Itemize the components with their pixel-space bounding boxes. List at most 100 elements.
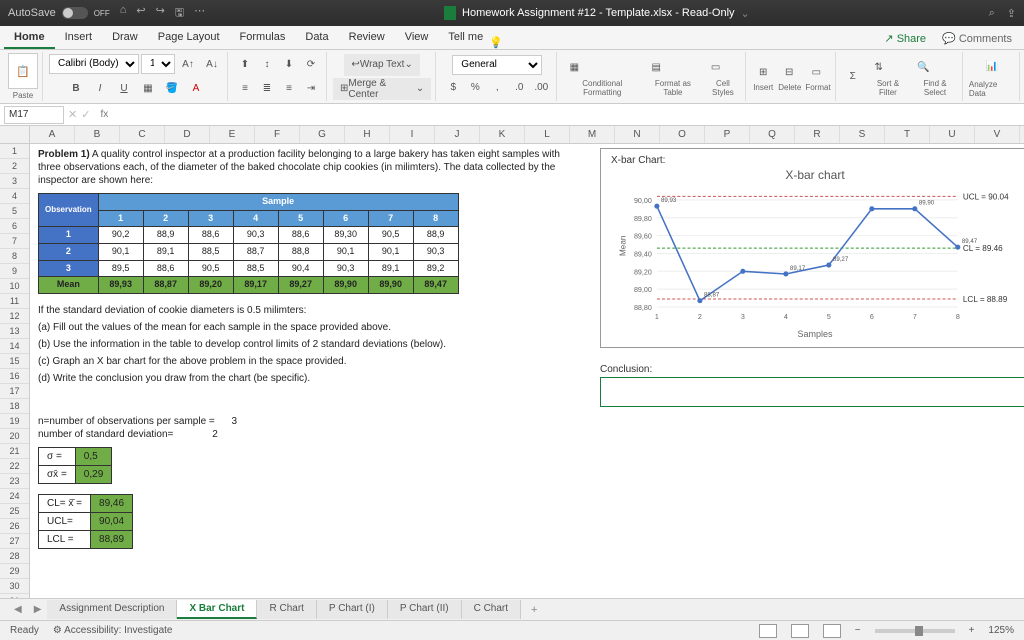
- undo-icon[interactable]: ↩: [136, 4, 145, 23]
- col-header[interactable]: U: [930, 126, 975, 143]
- tab-tell-me[interactable]: Tell me: [438, 27, 493, 49]
- zoom-in-icon[interactable]: +: [969, 625, 975, 636]
- shrink-font-icon[interactable]: A↓: [201, 54, 223, 76]
- tab-insert[interactable]: Insert: [55, 27, 103, 49]
- prev-sheet-icon[interactable]: ◀: [8, 604, 28, 615]
- fx-icon[interactable]: fx: [100, 109, 108, 120]
- sort-icon[interactable]: ⇅: [868, 57, 890, 79]
- home-icon[interactable]: ⌂: [120, 4, 127, 23]
- row-header[interactable]: 17: [0, 384, 29, 399]
- size-select[interactable]: 11: [141, 54, 175, 74]
- conclusion-input[interactable]: [600, 377, 1024, 407]
- sheet-tab[interactable]: C Chart: [462, 600, 521, 619]
- row-header[interactable]: 28: [0, 549, 29, 564]
- wrap-text-button[interactable]: ↩ Wrap Text ⌄: [344, 54, 419, 76]
- tab-formulas[interactable]: Formulas: [230, 27, 296, 49]
- share-icon[interactable]: ⇪: [1007, 7, 1016, 20]
- row-header[interactable]: 24: [0, 489, 29, 504]
- more-icon[interactable]: ⋯: [194, 4, 205, 23]
- row-header[interactable]: 3: [0, 174, 29, 189]
- next-sheet-icon[interactable]: ▶: [28, 604, 48, 615]
- font-color-icon[interactable]: A: [185, 78, 207, 100]
- font-select[interactable]: Calibri (Body): [49, 54, 139, 74]
- col-header[interactable]: I: [390, 126, 435, 143]
- percent-icon[interactable]: %: [464, 77, 486, 99]
- col-header[interactable]: N: [615, 126, 660, 143]
- align-top-icon[interactable]: ⬆: [234, 54, 256, 76]
- row-header[interactable]: 30: [0, 579, 29, 594]
- autosum-icon[interactable]: Σ: [842, 66, 864, 88]
- name-box[interactable]: M17: [4, 106, 64, 124]
- col-header[interactable]: B: [75, 126, 120, 143]
- cell-styles-icon[interactable]: ▭: [705, 57, 727, 79]
- row-header[interactable]: 8: [0, 249, 29, 264]
- align-mid-icon[interactable]: ↕: [256, 54, 278, 76]
- row-header[interactable]: 2: [0, 159, 29, 174]
- row-header[interactable]: 14: [0, 339, 29, 354]
- zoom-slider[interactable]: [875, 629, 955, 633]
- underline-button[interactable]: U: [113, 78, 135, 100]
- row-header[interactable]: 29: [0, 564, 29, 579]
- comments-button[interactable]: 💬 Comments: [934, 28, 1020, 49]
- col-header[interactable]: S: [840, 126, 885, 143]
- sheet-tab[interactable]: Assignment Description: [47, 600, 177, 619]
- row-header[interactable]: 4: [0, 189, 29, 204]
- share-button[interactable]: ↗ Share: [876, 28, 934, 49]
- col-header[interactable]: P: [705, 126, 750, 143]
- row-header[interactable]: 1: [0, 144, 29, 159]
- sheet-tab[interactable]: R Chart: [257, 600, 316, 619]
- row-header[interactable]: 12: [0, 309, 29, 324]
- italic-button[interactable]: I: [89, 78, 111, 100]
- col-header[interactable]: R: [795, 126, 840, 143]
- row-header[interactable]: 19: [0, 414, 29, 429]
- col-header[interactable]: F: [255, 126, 300, 143]
- col-header[interactable]: J: [435, 126, 480, 143]
- pagebreak-view-icon[interactable]: [823, 624, 841, 638]
- tab-home[interactable]: Home: [4, 27, 55, 49]
- accessibility-status[interactable]: ⚙ Accessibility: Investigate: [53, 625, 173, 636]
- normal-view-icon[interactable]: [759, 624, 777, 638]
- sheet-tab[interactable]: P Chart (I): [317, 600, 388, 619]
- row-header[interactable]: 25: [0, 504, 29, 519]
- col-header[interactable]: V: [975, 126, 1020, 143]
- col-header[interactable]: D: [165, 126, 210, 143]
- merge-button[interactable]: ⊞ Merge & Center ⌄: [333, 78, 431, 100]
- sheet-tab[interactable]: X Bar Chart: [177, 600, 257, 619]
- col-header[interactable]: E: [210, 126, 255, 143]
- row-header[interactable]: 6: [0, 219, 29, 234]
- row-header[interactable]: 16: [0, 369, 29, 384]
- cond-fmt-icon[interactable]: ▦: [563, 57, 585, 79]
- find-icon[interactable]: 🔍: [912, 57, 934, 79]
- comma-icon[interactable]: ,: [486, 77, 508, 99]
- number-format-select[interactable]: General: [452, 55, 542, 75]
- worksheet[interactable]: ABCDEFGHIJKLMNOPQRSTUV 12345678910111213…: [0, 126, 1024, 598]
- row-header[interactable]: 20: [0, 429, 29, 444]
- row-header[interactable]: 23: [0, 474, 29, 489]
- indent-icon[interactable]: ⇥: [300, 78, 322, 100]
- col-header[interactable]: C: [120, 126, 165, 143]
- currency-icon[interactable]: $: [442, 77, 464, 99]
- autosave-toggle[interactable]: [62, 7, 88, 19]
- add-sheet-icon[interactable]: +: [521, 604, 547, 616]
- enter-icon[interactable]: ✓: [81, 108, 90, 121]
- bold-button[interactable]: B: [65, 78, 87, 100]
- row-header[interactable]: 21: [0, 444, 29, 459]
- align-bot-icon[interactable]: ⬇: [278, 54, 300, 76]
- sheet-tab[interactable]: P Chart (II): [388, 600, 462, 619]
- col-header[interactable]: G: [300, 126, 345, 143]
- zoom-level[interactable]: 125%: [988, 625, 1014, 636]
- insert-icon[interactable]: ⊞: [752, 61, 774, 83]
- row-header[interactable]: 22: [0, 459, 29, 474]
- row-header[interactable]: 7: [0, 234, 29, 249]
- row-header[interactable]: 18: [0, 399, 29, 414]
- zoom-out-icon[interactable]: −: [855, 625, 861, 636]
- tab-view[interactable]: View: [395, 27, 439, 49]
- row-header[interactable]: 10: [0, 279, 29, 294]
- align-left-icon[interactable]: ≡: [234, 78, 256, 100]
- search-icon[interactable]: ⌕: [989, 7, 995, 20]
- fmt-table-icon[interactable]: ▤: [645, 57, 667, 79]
- formula-input[interactable]: [114, 106, 1024, 124]
- row-header[interactable]: 15: [0, 354, 29, 369]
- format-icon[interactable]: ▭: [805, 61, 827, 83]
- cancel-icon[interactable]: ✕: [68, 108, 77, 121]
